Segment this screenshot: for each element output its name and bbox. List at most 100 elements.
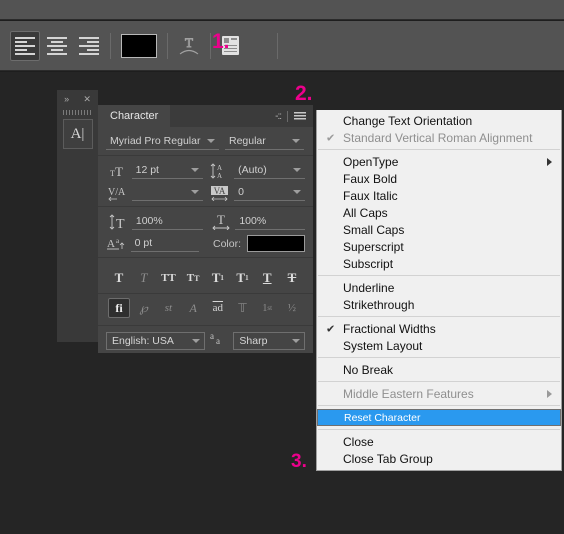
toolbar-divider xyxy=(210,32,211,59)
menu-item-opentype[interactable]: OpenType xyxy=(317,153,561,170)
underline-button[interactable]: T xyxy=(256,268,278,288)
ordinals-button[interactable]: 1st xyxy=(256,298,278,318)
align-center-button[interactable] xyxy=(42,31,72,61)
character-panel-context-menu[interactable]: Change Text Orientation ✔ Standard Vertica… xyxy=(316,110,562,471)
menu-item-faux-italic[interactable]: Faux Italic xyxy=(317,187,561,204)
baseline-color-row: A a 0 pt Color: xyxy=(106,235,305,252)
horizontal-scale-field[interactable]: 100% xyxy=(235,213,305,230)
text-color-swatch[interactable] xyxy=(121,33,157,58)
character-panel-tabbar: Character -:: xyxy=(98,105,313,127)
menu-separator xyxy=(318,316,560,317)
chevron-down-icon[interactable] xyxy=(190,190,199,194)
leading-field[interactable]: (Auto) xyxy=(234,162,305,179)
menu-item-system-layout[interactable]: System Layout xyxy=(317,337,561,354)
photoshop-window: T 1. 2. 3. » ✕ A| Character -:: Myriad P… xyxy=(0,0,564,534)
expand-dock-icon[interactable]: » xyxy=(64,94,69,104)
language-value: English: USA xyxy=(112,335,174,347)
align-left-button[interactable] xyxy=(10,30,40,61)
subscript-button[interactable]: T1 xyxy=(232,268,254,288)
faux-bold-button[interactable]: T xyxy=(108,268,130,288)
discretionary-ligatures-button[interactable]: st xyxy=(157,298,179,318)
annotation-2: 2. xyxy=(295,82,313,105)
fractions-button[interactable]: ½ xyxy=(281,298,303,318)
character-panel-tab-controls: -:: xyxy=(275,105,313,127)
warp-text-button[interactable]: T xyxy=(174,31,204,61)
panel-divider xyxy=(98,155,313,156)
oldstyle-button[interactable]: ad xyxy=(207,298,229,318)
menu-item-label: Close Tab Group xyxy=(343,451,433,466)
menu-separator xyxy=(318,149,560,150)
align-right-button[interactable] xyxy=(74,31,104,61)
standard-ligatures-button[interactable]: fi xyxy=(108,298,130,318)
scale-row: T 100% T 100% xyxy=(106,213,305,230)
leading-value: (Auto) xyxy=(238,164,267,176)
vertical-scale-field[interactable]: 100% xyxy=(131,213,204,230)
type-tool-panel-button[interactable]: A| xyxy=(62,119,93,149)
menu-item-all-caps[interactable]: All Caps xyxy=(317,204,561,221)
type-style-button-row: T T TT TT T1 T1 T T xyxy=(106,264,305,292)
font-size-field[interactable]: 12 pt xyxy=(131,162,203,179)
menu-item-underline[interactable]: Underline xyxy=(317,279,561,296)
menu-item-label: Close xyxy=(343,434,374,449)
character-panel: Character -:: Myriad Pro Regular Regular xyxy=(98,105,313,353)
color-label: Color: xyxy=(212,237,241,250)
kerning-field[interactable] xyxy=(131,184,203,201)
menu-bar xyxy=(0,0,564,20)
vertical-scale-icon: T xyxy=(106,213,132,230)
panel-menu-icon[interactable] xyxy=(294,111,306,121)
svg-text:T: T xyxy=(115,164,123,178)
chevron-down-icon[interactable] xyxy=(207,139,215,143)
svg-text:a: a xyxy=(210,331,214,341)
menu-item-superscript[interactable]: Superscript xyxy=(317,238,561,255)
menu-item-subscript[interactable]: Subscript xyxy=(317,255,561,272)
small-caps-button[interactable]: TT xyxy=(182,268,204,288)
chevron-down-icon[interactable] xyxy=(292,339,300,343)
chevron-down-icon[interactable] xyxy=(190,168,199,172)
chevron-down-icon[interactable] xyxy=(292,139,300,143)
menu-item-strikethrough[interactable]: Strikethrough xyxy=(317,296,561,313)
close-dock-icon[interactable]: ✕ xyxy=(83,94,91,105)
size-leading-row: T T 12 pt A A (Auto) xyxy=(106,162,305,179)
menu-item-change-text-orientation[interactable]: Change Text Orientation xyxy=(317,112,561,129)
tab-character[interactable]: Character xyxy=(98,105,171,127)
swash-button[interactable]: A xyxy=(182,298,204,318)
chevron-down-icon[interactable] xyxy=(192,339,201,343)
menu-separator xyxy=(318,275,560,276)
font-style-field[interactable]: Regular xyxy=(225,133,304,150)
menu-item-fractional-widths[interactable]: ✔ Fractional Widths xyxy=(317,320,561,337)
svg-text:T: T xyxy=(217,214,225,227)
menu-item-no-break[interactable]: No Break xyxy=(317,361,561,378)
menu-item-small-caps[interactable]: Small Caps xyxy=(317,221,561,238)
contextual-alternates-button[interactable]: ℘ xyxy=(133,298,155,318)
tracking-field[interactable]: 0 xyxy=(234,184,305,201)
align-left-icon xyxy=(15,36,35,55)
collapse-to-icons-icon[interactable]: -:: xyxy=(275,111,282,122)
annotation-3: 3. xyxy=(291,451,307,472)
anti-aliasing-select[interactable]: Sharp xyxy=(233,332,305,350)
menu-item-close[interactable]: Close xyxy=(317,433,561,450)
svg-text:T: T xyxy=(185,35,193,50)
tracking-value: 0 xyxy=(238,186,244,198)
svg-text:A: A xyxy=(217,164,222,172)
menu-item-close-tab-group[interactable]: Close Tab Group xyxy=(317,450,561,467)
horizontal-scale-value: 100% xyxy=(239,215,267,227)
menu-item-label: Subscript xyxy=(343,256,394,271)
chevron-down-icon[interactable] xyxy=(293,190,301,194)
strikethrough-button[interactable]: T xyxy=(281,268,303,288)
all-caps-button[interactable]: TT xyxy=(157,268,179,288)
baseline-shift-field[interactable]: 0 pt xyxy=(130,235,199,252)
font-family-field[interactable]: Myriad Pro Regular xyxy=(106,133,219,150)
faux-italic-button[interactable]: T xyxy=(133,268,155,288)
language-select[interactable]: English: USA xyxy=(106,332,206,350)
menu-item-standard-vertical-roman-alignment: ✔ Standard Vertical Roman Alignment xyxy=(317,129,561,146)
baseline-shift-icon: A a xyxy=(106,236,131,252)
menu-item-label: OpenType xyxy=(343,154,399,169)
menu-item-faux-bold[interactable]: Faux Bold xyxy=(317,170,561,187)
superscript-button[interactable]: T1 xyxy=(207,268,229,288)
dock-grip[interactable] xyxy=(63,109,92,116)
titling-alternates-button[interactable]: 𝕋 xyxy=(232,298,254,318)
character-color-swatch[interactable] xyxy=(247,235,305,252)
chevron-down-icon[interactable] xyxy=(293,168,301,172)
svg-text:a: a xyxy=(116,237,120,245)
menu-item-reset-character[interactable]: Reset Character xyxy=(317,409,561,426)
